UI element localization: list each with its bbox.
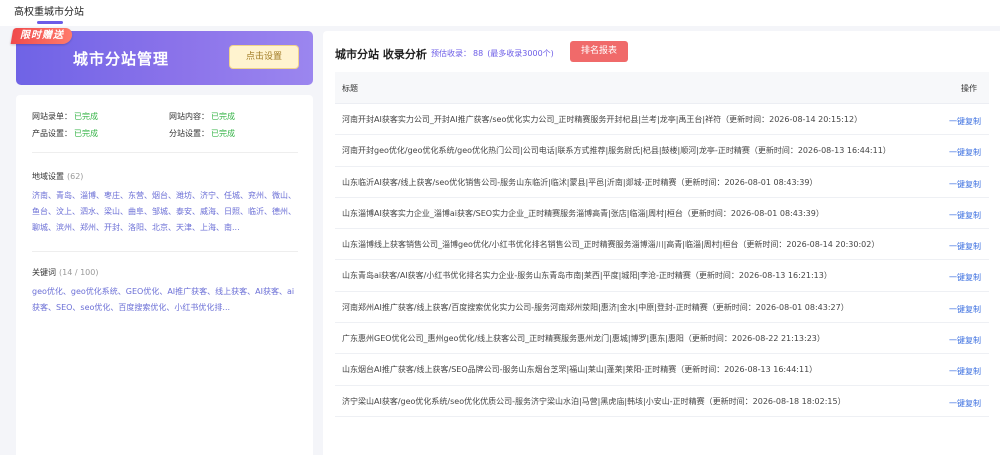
status-item-substation: 分站设置： 已完成 (169, 128, 235, 139)
row-title: 山东青岛ai获客/AI获客/小红书优化排名实力企业-服务山东青岛市南|莱西|平度… (342, 271, 832, 281)
row-title: 河南郑州AI推广获客/线上获客/百度搜索优化实力公司-服务河南郑州荥阳|惠济|金… (342, 302, 849, 312)
status-value: 已完成 (211, 129, 235, 138)
status-value: 已完成 (211, 112, 235, 121)
region-list[interactable]: 济南、青岛、淄博、枣庄、东营、烟台、潍坊、济宁、任城、兖州、微山、鱼台、汶上、泗… (32, 188, 298, 236)
row-title: 广东惠州GEO优化公司_惠州geo优化/线上获客公司_正时精赛服务惠州龙门|惠城… (342, 334, 825, 344)
row-title: 山东淄博线上获客销售公司_淄博geo优化/小红书优化排名销售公司_正时精赛服务淄… (342, 240, 880, 250)
left-panel: 限时赠送 城市分站管理 点击设置 网站录单： 已完成 网站内容： 已完成 产品设置：… (10, 28, 313, 455)
stat-value: 88 (473, 49, 484, 58)
keywords-label: 关键词 (14 / 100) (32, 267, 98, 278)
row-title: 河南开封AI获客实力公司_开封AI推广获客/seo优化实力公司_正时精赛服务开封… (342, 115, 863, 124)
copy-button[interactable]: 一键复制 (949, 398, 981, 409)
status-label: 网站内容： (169, 112, 209, 121)
table-row: 河南郑州AI推广获客/线上获客/百度搜索优化实力公司-服务河南郑州荥阳|惠济|金… (335, 292, 989, 324)
row-title: 山东烟台AI推广获客/线上获客/SEO品牌公司-服务山东烟台芝罘|福山|莱山|蓬… (342, 365, 818, 375)
index-table: 标题 操作 河南开封AI获客实力公司_开封AI推广获客/seo优化实力公司_正时… (335, 72, 989, 417)
status-label: 网站录单： (32, 112, 72, 121)
table-header: 标题 操作 (335, 72, 989, 104)
copy-button[interactable]: 一键复制 (949, 335, 981, 346)
column-header-title: 标题 (342, 84, 358, 93)
status-item-content: 网站内容： 已完成 (169, 111, 235, 122)
tab-city-substation[interactable]: 高权重城市分站 (14, 3, 84, 18)
copy-button[interactable]: 一键复制 (949, 116, 981, 127)
divider (32, 152, 298, 153)
copy-button[interactable]: 一键复制 (949, 304, 981, 315)
top-tab-bar: 高权重城市分站 (0, 0, 1000, 26)
panel-title: 城市分站 收录分析 (335, 48, 427, 61)
status-item-order: 网站录单： 已完成 (32, 111, 98, 122)
region-label: 地域设置 (62) (32, 171, 83, 182)
stat-max: (最多收录3000个) (487, 49, 554, 58)
row-title: 山东临沂AI获客/线上获客/seo优化销售公司-服务山东临沂|临沭|蒙县|平邑|… (342, 177, 818, 187)
copy-button[interactable]: 一键复制 (949, 366, 981, 377)
row-title: 河南开封geo优化/geo优化系统/geo优化热门公司|公司电话|联系方式推荐|… (342, 146, 891, 156)
table-row: 山东淄博线上获客销售公司_淄博geo优化/小红书优化排名销售公司_正时精赛服务淄… (335, 229, 989, 261)
copy-button[interactable]: 一键复制 (949, 179, 981, 190)
copy-button[interactable]: 一键复制 (949, 210, 981, 221)
limited-gift-ribbon: 限时赠送 (10, 28, 74, 44)
index-analysis-panel: 城市分站 收录分析 预估收录： 88 (最多收录3000个) 排名报表 标题 操作 … (323, 31, 1000, 455)
table-row: 山东烟台AI推广获客/线上获客/SEO品牌公司-服务山东烟台芝罘|福山|莱山|蓬… (335, 354, 989, 386)
estimated-index-stat: 预估收录： 88 (最多收录3000个) (431, 48, 554, 59)
config-card: 网站录单： 已完成 网站内容： 已完成 产品设置： 已完成 分站设置： 已完成 地域设置… (16, 95, 313, 455)
row-title: 山东淄博AI获客实力企业_淄博ai获客/SEO实力企业_正时精赛服务淄博高青|张… (342, 208, 824, 218)
keywords-list[interactable]: geo优化、geo优化系统、GEO优化、AI推广获客、线上获客、AI获客、ai获… (32, 284, 298, 316)
rank-report-button[interactable]: 排名报表 (570, 41, 628, 62)
row-title: 济宁梁山AI获客/geo优化系统/seo优化优质公司-服务济宁梁山水泊|马营|黑… (342, 396, 846, 406)
status-item-product: 产品设置： 已完成 (32, 128, 98, 139)
status-label: 分站设置： (169, 129, 209, 138)
status-value: 已完成 (74, 129, 98, 138)
divider (32, 251, 298, 252)
copy-button[interactable]: 一键复制 (949, 241, 981, 252)
city-substation-banner: 限时赠送 城市分站管理 点击设置 (10, 28, 313, 85)
table-row: 济宁梁山AI获客/geo优化系统/seo优化优质公司-服务济宁梁山水泊|马营|黑… (335, 386, 989, 417)
stat-label: 预估收录： (431, 49, 471, 58)
table-row: 河南开封geo优化/geo优化系统/geo优化热门公司|公司电话|联系方式推荐|… (335, 135, 989, 167)
copy-button[interactable]: 一键复制 (949, 272, 981, 283)
table-row: 广东惠州GEO优化公司_惠州geo优化/线上获客公司_正时精赛服务惠州龙门|惠城… (335, 323, 989, 355)
region-count: (62) (67, 172, 84, 181)
banner-title: 城市分站管理 (73, 50, 170, 68)
region-label-text: 地域设置 (32, 172, 64, 181)
keywords-label-text: 关键词 (32, 268, 56, 277)
keywords-count: (14 / 100) (59, 268, 99, 277)
active-tab-indicator (37, 21, 63, 24)
ribbon-label: 限时赠送 (20, 30, 64, 41)
settings-button[interactable]: 点击设置 (229, 45, 299, 69)
table-row: 山东临沂AI获客/线上获客/seo优化销售公司-服务山东临沂|临沭|蒙县|平邑|… (335, 167, 989, 198)
status-value: 已完成 (74, 112, 98, 121)
column-header-action: 操作 (961, 84, 977, 93)
status-grid: 网站录单： 已完成 网站内容： 已完成 产品设置： 已完成 分站设置： 已完成 (32, 111, 302, 145)
table-row: 山东青岛ai获客/AI获客/小红书优化排名实力企业-服务山东青岛市南|莱西|平度… (335, 260, 989, 292)
status-label: 产品设置： (32, 129, 72, 138)
copy-button[interactable]: 一键复制 (949, 147, 981, 158)
table-row: 山东淄博AI获客实力企业_淄博ai获客/SEO实力企业_正时精赛服务淄博高青|张… (335, 198, 989, 230)
table-row: 河南开封AI获客实力公司_开封AI推广获客/seo优化实力公司_正时精赛服务开封… (335, 104, 989, 136)
